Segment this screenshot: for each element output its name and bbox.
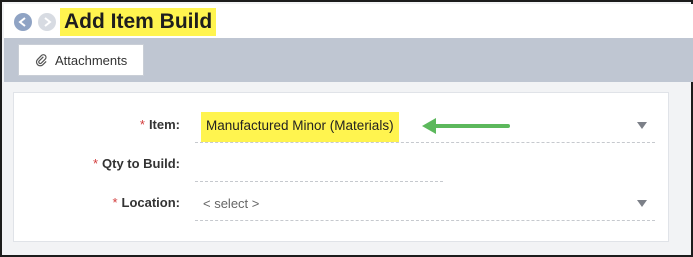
qty-label: * Qty to Build: <box>92 156 180 171</box>
item-label: * Item: <box>139 117 180 132</box>
location-row: * Location: < select > <box>14 189 670 221</box>
item-value: Manufactured Minor (Materials) <box>201 112 399 142</box>
tab-label: Attachments <box>55 52 128 68</box>
tab-attachments[interactable]: Attachments <box>18 44 144 76</box>
qty-row: * Qty to Build: <box>14 150 670 182</box>
paperclip-icon <box>35 53 47 66</box>
chevron-down-icon[interactable] <box>637 200 647 207</box>
form-panel: * Item: Manufactured Minor (Materials) * Q… <box>13 92 669 242</box>
qty-input[interactable] <box>195 150 443 182</box>
required-marker: * <box>112 195 118 210</box>
required-marker: * <box>92 156 98 171</box>
arrow-right-icon <box>44 17 52 27</box>
page-title: Add Item Build <box>60 8 217 36</box>
window-frame: Add Item Build Attachments * Item: Manufa… <box>0 0 693 257</box>
forward-button[interactable] <box>38 13 56 31</box>
chevron-down-icon[interactable] <box>637 122 647 129</box>
required-marker: * <box>139 117 145 132</box>
location-select[interactable]: < select > <box>195 189 655 221</box>
tab-bar: Attachments <box>4 38 693 82</box>
back-button[interactable] <box>14 13 32 31</box>
title-bar: Add Item Build <box>4 4 693 38</box>
arrow-left-icon <box>18 17 26 27</box>
location-placeholder: < select > <box>203 196 260 211</box>
item-row: * Item: Manufactured Minor (Materials) <box>14 111 670 143</box>
location-label: * Location: <box>112 195 180 210</box>
annotation-arrow-icon <box>422 118 510 134</box>
